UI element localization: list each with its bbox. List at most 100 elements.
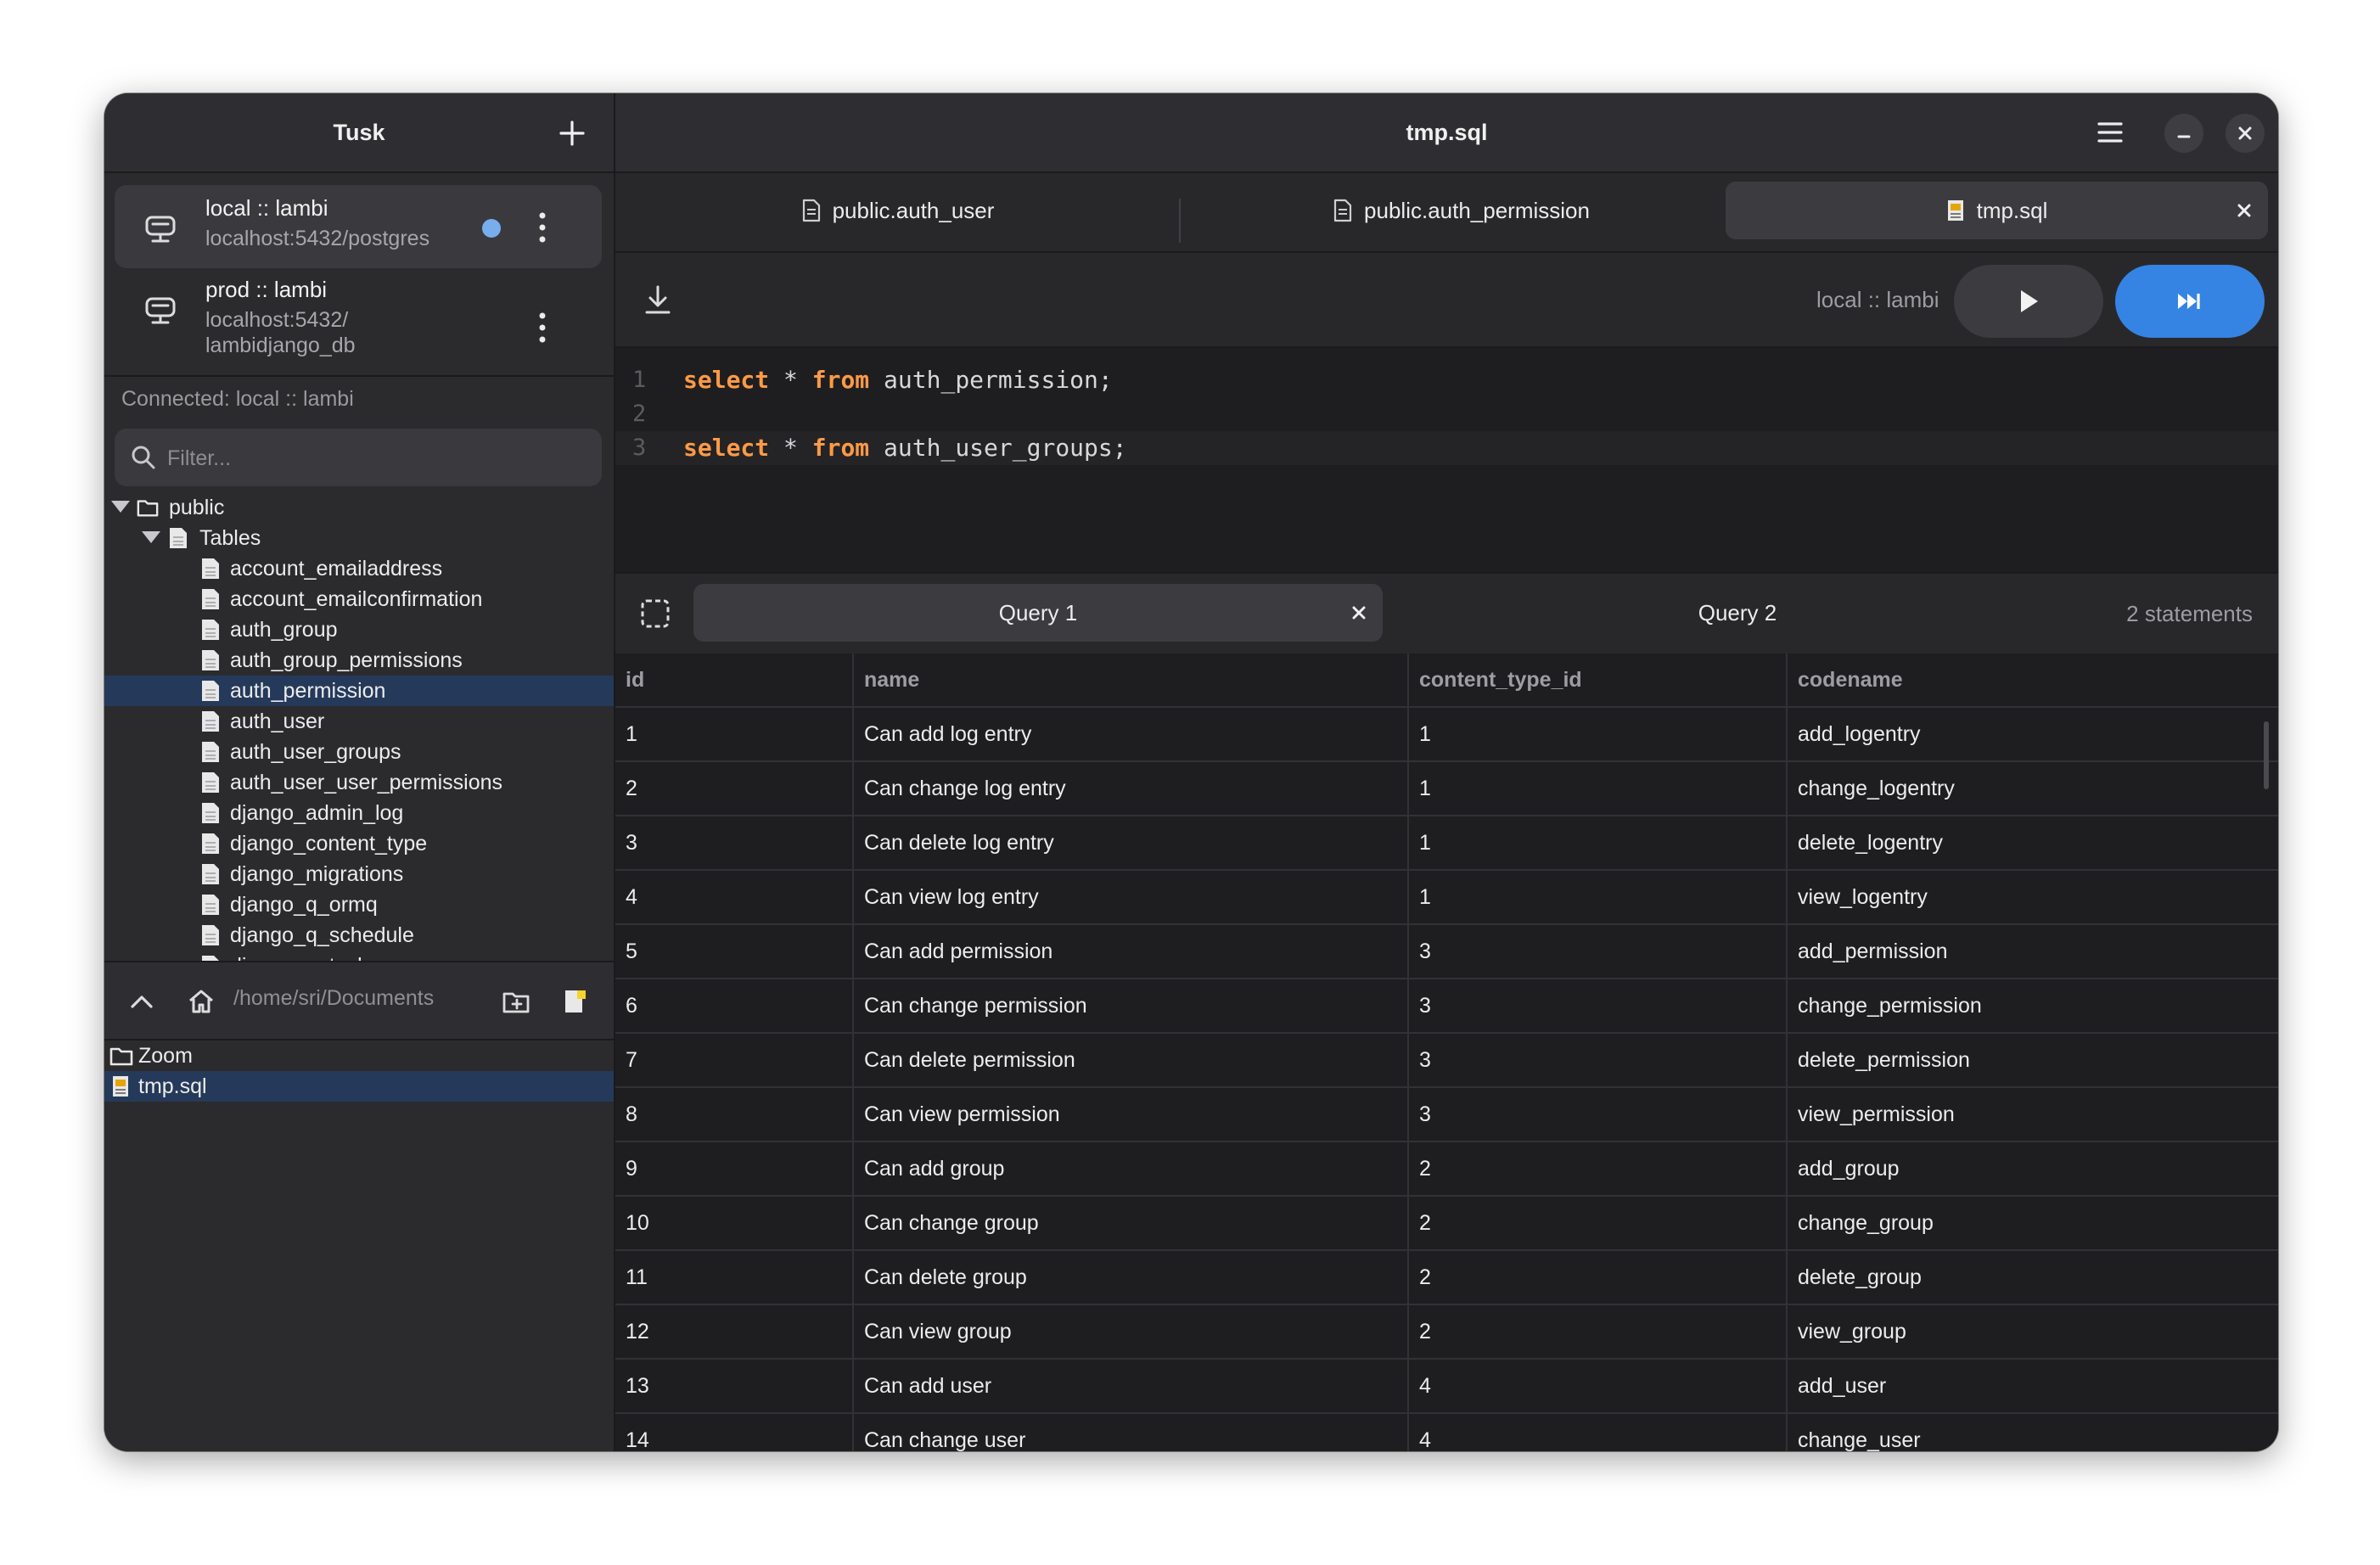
tree-table-item[interactable]: auth_user_user_permissions xyxy=(104,767,614,798)
table-cell[interactable]: Can view log entry xyxy=(853,870,1409,925)
table-cell[interactable]: 1 xyxy=(1408,761,1788,816)
table-cell[interactable]: 11 xyxy=(615,1250,854,1305)
add-connection-button[interactable] xyxy=(553,114,592,153)
table-row[interactable]: 6 Can change permission 3 change_permission xyxy=(615,979,2278,1034)
table-row[interactable]: 2 Can change log entry 1 change_logentry xyxy=(615,761,2278,816)
table-cell[interactable]: Can delete log entry xyxy=(853,816,1409,871)
tree-table-item[interactable]: auth_permission xyxy=(104,676,614,706)
connection-item[interactable]: local :: lambi localhost:5432/postgres xyxy=(115,185,602,268)
tree-table-item[interactable]: django_migrations xyxy=(104,859,614,889)
table-row[interactable]: 14 Can change user 4 change_user xyxy=(615,1413,2278,1451)
table-cell[interactable]: Can change group xyxy=(853,1196,1409,1251)
table-row[interactable]: 1 Can add log entry 1 add_logentry xyxy=(615,707,2278,762)
table-cell[interactable]: Can change user xyxy=(853,1413,1409,1451)
table-cell[interactable]: delete_group xyxy=(1787,1250,2278,1305)
tree-schema-public[interactable]: public xyxy=(104,492,614,523)
table-cell[interactable]: change_permission xyxy=(1787,979,2278,1034)
table-cell[interactable]: 2 xyxy=(1408,1304,1788,1360)
column-header[interactable]: content_type_id xyxy=(1408,653,1788,708)
table-cell[interactable]: add_group xyxy=(1787,1141,2278,1197)
sql-editor[interactable]: 1 select * from auth_permission; 2 3 select … xyxy=(615,348,2278,572)
new-folder-button[interactable] xyxy=(498,983,536,1020)
close-tab-button[interactable] xyxy=(2231,197,2258,224)
table-cell[interactable]: 1 xyxy=(615,707,854,762)
table-cell[interactable]: change_group xyxy=(1787,1196,2278,1251)
run-button[interactable] xyxy=(1954,265,2103,338)
table-row[interactable]: 5 Can add permission 3 add_permission xyxy=(615,924,2278,979)
tree-table-item[interactable]: auth_user_groups xyxy=(104,737,614,767)
tree-group-tables[interactable]: Tables xyxy=(104,523,614,553)
table-row[interactable]: 4 Can view log entry 1 view_logentry xyxy=(615,870,2278,925)
table-cell[interactable]: 1 xyxy=(1408,870,1788,925)
table-row[interactable]: 12 Can view group 2 view_group xyxy=(615,1304,2278,1360)
table-cell[interactable]: 3 xyxy=(1408,1087,1788,1142)
tree-table-item[interactable]: auth_group xyxy=(104,614,614,645)
table-cell[interactable]: Can change log entry xyxy=(853,761,1409,816)
column-header[interactable]: name xyxy=(853,653,1409,708)
table-cell[interactable]: Can view permission xyxy=(853,1087,1409,1142)
kebab-menu-icon[interactable] xyxy=(534,311,551,345)
table-row[interactable]: 3 Can delete log entry 1 delete_logentry xyxy=(615,816,2278,871)
tab-public-auth-permission[interactable]: public.auth_permission xyxy=(1187,182,1736,239)
table-cell[interactable]: change_logentry xyxy=(1787,761,2278,816)
table-cell[interactable]: add_permission xyxy=(1787,924,2278,979)
table-cell[interactable]: view_permission xyxy=(1787,1087,2278,1142)
table-cell[interactable]: 13 xyxy=(615,1359,854,1414)
selection-icon[interactable] xyxy=(639,597,671,630)
table-cell[interactable]: 6 xyxy=(615,979,854,1034)
hamburger-menu-icon[interactable] xyxy=(2095,117,2125,148)
home-button[interactable] xyxy=(182,983,220,1020)
close-window-button[interactable] xyxy=(2226,114,2265,153)
table-cell[interactable]: 3 xyxy=(1408,924,1788,979)
table-cell[interactable]: 4 xyxy=(615,870,854,925)
file-item[interactable]: Zoom xyxy=(104,1041,614,1071)
table-row[interactable]: 7 Can delete permission 3 delete_permission xyxy=(615,1033,2278,1088)
table-cell[interactable]: view_logentry xyxy=(1787,870,2278,925)
table-cell[interactable]: Can add log entry xyxy=(853,707,1409,762)
download-icon[interactable] xyxy=(641,283,675,317)
table-cell[interactable]: Can change permission xyxy=(853,979,1409,1034)
table-cell[interactable]: 8 xyxy=(615,1087,854,1142)
table-row[interactable]: 9 Can add group 2 add_group xyxy=(615,1141,2278,1197)
table-cell[interactable]: add_logentry xyxy=(1787,707,2278,762)
tree-table-item[interactable]: account_emailaddress xyxy=(104,553,614,584)
filter-input[interactable] xyxy=(166,435,593,481)
table-row[interactable]: 10 Can change group 2 change_group xyxy=(615,1196,2278,1251)
close-query-tab-button[interactable] xyxy=(1345,599,1372,626)
tree-table-item[interactable]: django_admin_log xyxy=(104,798,614,828)
table-cell[interactable]: 2 xyxy=(1408,1250,1788,1305)
table-cell[interactable]: view_group xyxy=(1787,1304,2278,1360)
table-cell[interactable]: 3 xyxy=(1408,979,1788,1034)
table-cell[interactable]: change_user xyxy=(1787,1413,2278,1451)
tree-table-item[interactable]: django_q_schedule xyxy=(104,920,614,951)
column-header[interactable]: id xyxy=(615,653,854,708)
table-cell[interactable]: Can add group xyxy=(853,1141,1409,1197)
table-cell[interactable]: Can add user xyxy=(853,1359,1409,1414)
tab-tmp-sql[interactable]: tmp.sql xyxy=(1726,182,2268,239)
table-cell[interactable]: 1 xyxy=(1408,816,1788,871)
table-cell[interactable]: add_user xyxy=(1787,1359,2278,1414)
file-item[interactable]: tmp.sql xyxy=(104,1071,614,1102)
minimize-button[interactable] xyxy=(2164,114,2203,153)
table-cell[interactable]: 14 xyxy=(615,1413,854,1451)
table-cell[interactable]: 9 xyxy=(615,1141,854,1197)
column-header[interactable]: codename xyxy=(1787,653,2278,708)
connection-item[interactable]: prod :: lambi localhost:5432/lambidjango_… xyxy=(115,266,602,357)
table-row[interactable]: 11 Can delete group 2 delete_group xyxy=(615,1250,2278,1305)
table-cell[interactable]: 4 xyxy=(1408,1359,1788,1414)
table-cell[interactable]: delete_permission xyxy=(1787,1033,2278,1088)
tab-query-1[interactable]: Query 1 xyxy=(693,584,1383,642)
table-cell[interactable]: delete_logentry xyxy=(1787,816,2278,871)
table-row[interactable]: 13 Can add user 4 add_user xyxy=(615,1359,2278,1414)
table-cell[interactable]: 12 xyxy=(615,1304,854,1360)
table-cell[interactable]: 2 xyxy=(1408,1196,1788,1251)
results-grid[interactable]: id name content_type_id codename 1 Can add l… xyxy=(615,653,2278,1451)
table-cell[interactable]: Can delete group xyxy=(853,1250,1409,1305)
kebab-menu-icon[interactable] xyxy=(534,210,551,244)
table-cell[interactable]: 1 xyxy=(1408,707,1788,762)
tab-query-2[interactable]: Query 2 xyxy=(1393,584,2082,642)
table-row[interactable]: 8 Can view permission 3 view_permission xyxy=(615,1087,2278,1142)
table-cell[interactable]: 2 xyxy=(615,761,854,816)
table-cell[interactable]: 10 xyxy=(615,1196,854,1251)
table-cell[interactable]: 7 xyxy=(615,1033,854,1088)
